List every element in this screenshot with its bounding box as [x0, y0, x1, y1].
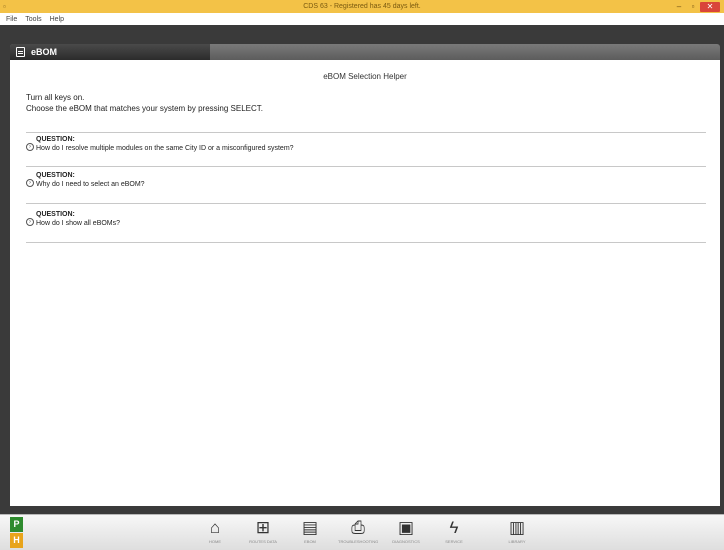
- window-controls: – ▫ ✕: [672, 0, 720, 13]
- nav-ebom-button[interactable]: ▤ EBOM: [290, 517, 330, 550]
- question-item[interactable]: › QUESTION: Why do I need to select an e…: [26, 172, 706, 200]
- divider: [26, 166, 706, 167]
- document-icon: [16, 47, 25, 57]
- question-item[interactable]: › QUESTION: How do I resolve multiple mo…: [26, 136, 706, 164]
- page-title: eBOM Selection Helper: [323, 72, 407, 81]
- divider: [26, 132, 706, 133]
- document-icon: ▤: [301, 518, 319, 537]
- nav-label: EBOM: [304, 539, 316, 544]
- instruction-line-1: Turn all keys on.: [26, 93, 85, 102]
- nav-diagnostics-button[interactable]: ▣ DIAGNOSTICS: [386, 517, 426, 550]
- menu-tools[interactable]: Tools: [21, 16, 45, 23]
- home-icon: ⌂: [209, 518, 221, 537]
- nav-label: HOME: [209, 539, 221, 544]
- menu-bar: File Tools Help: [0, 13, 724, 25]
- nav-routes-data-button[interactable]: ⊞ ROUTES DATA: [243, 517, 283, 550]
- printer-icon: ⎙: [351, 518, 365, 537]
- close-button[interactable]: ✕: [700, 1, 720, 12]
- expand-circle-icon[interactable]: ›: [26, 218, 34, 226]
- restore-button[interactable]: ▫: [686, 2, 700, 12]
- question-text[interactable]: How do I resolve multiple modules on the…: [36, 145, 294, 152]
- expand-circle-icon[interactable]: ›: [26, 143, 34, 151]
- minimize-button[interactable]: –: [672, 2, 686, 12]
- nav-label: DIAGNOSTICS: [392, 539, 420, 544]
- question-label: QUESTION:: [36, 172, 75, 179]
- divider: [26, 203, 706, 204]
- menu-file[interactable]: File: [2, 16, 21, 23]
- title-bar: ▫ CDS 63 - Registered has 45 days left. …: [0, 0, 724, 13]
- tab-label: eBOM: [31, 47, 58, 57]
- nav-label: LIBRARY: [508, 539, 526, 544]
- question-text[interactable]: Why do I need to select an eBOM?: [36, 181, 145, 188]
- status-p-badge: P: [10, 517, 23, 532]
- menu-help[interactable]: Help: [46, 16, 68, 23]
- question-label: QUESTION:: [36, 211, 75, 218]
- book-icon: ▥: [508, 518, 526, 537]
- nav-label: TROUBLESHOOTING: [338, 539, 379, 544]
- nav-label: SERVICE: [445, 539, 463, 544]
- tab-ebom[interactable]: eBOM: [10, 44, 210, 60]
- instruction-line-2: Choose the eBOM that matches your system…: [26, 104, 263, 113]
- nav-service-button[interactable]: ϟ SERVICE: [434, 517, 474, 550]
- question-text[interactable]: How do I show all eBOMs?: [36, 220, 120, 227]
- nav-home-button[interactable]: ⌂ HOME: [195, 517, 235, 550]
- network-icon: ⊞: [255, 518, 271, 537]
- expand-circle-icon[interactable]: ›: [26, 179, 34, 187]
- nav-library-button[interactable]: ▥ LIBRARY: [497, 517, 537, 550]
- question-item[interactable]: › QUESTION: How do I show all eBOMs?: [26, 211, 706, 239]
- nav-troubleshooting-button[interactable]: ⎙ TROUBLESHOOTING: [338, 517, 378, 550]
- monitor-icon: ▣: [397, 518, 415, 537]
- nav-label: ROUTES DATA: [249, 539, 277, 544]
- app-icon: ▫: [3, 2, 6, 11]
- status-h-badge: H: [10, 533, 23, 548]
- question-label: QUESTION:: [36, 136, 75, 143]
- content-panel: eBOM Selection Helper Turn all keys on. …: [10, 60, 720, 506]
- divider: [26, 242, 706, 243]
- window-title: CDS 63 - Registered has 45 days left.: [303, 3, 421, 10]
- lightning-icon: ϟ: [449, 518, 459, 537]
